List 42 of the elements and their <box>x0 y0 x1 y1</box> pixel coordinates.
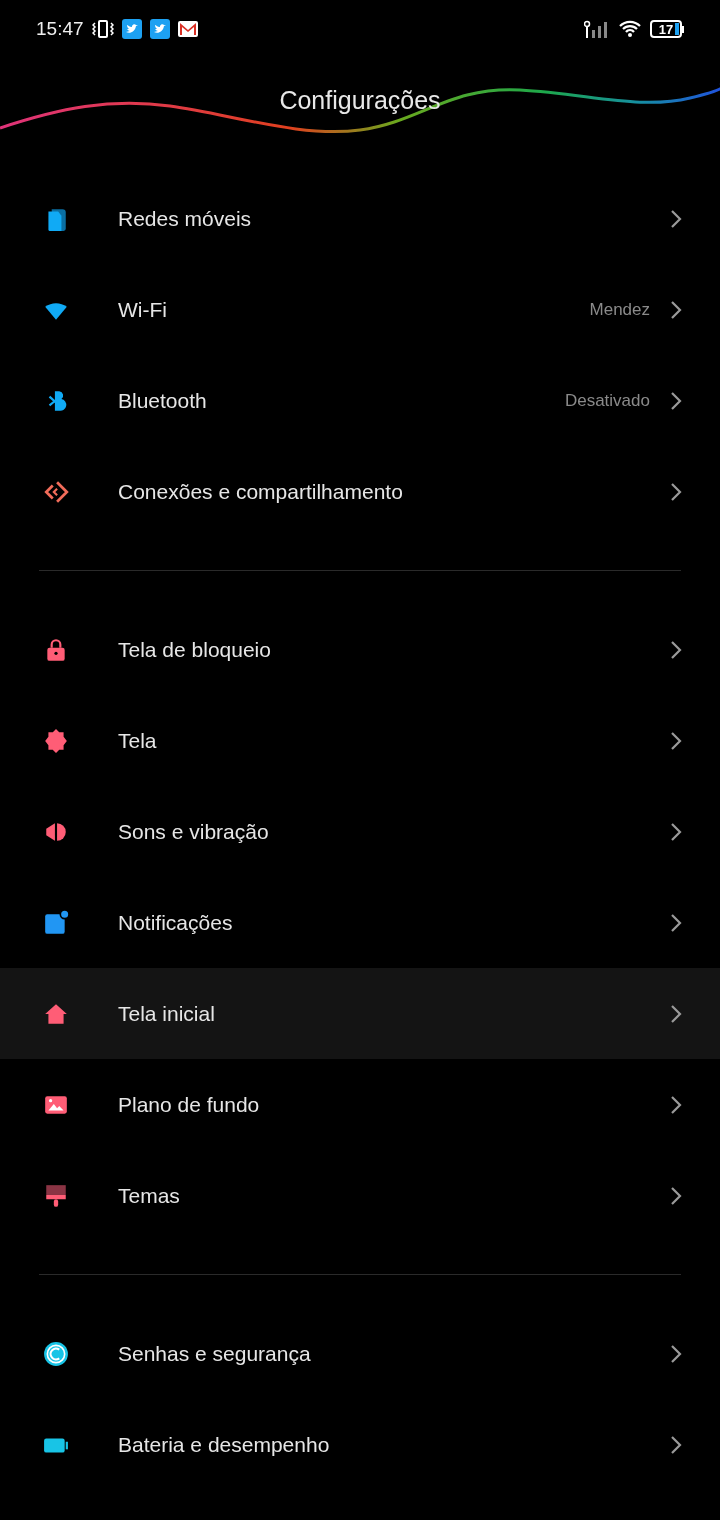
bird-icon <box>121 19 142 39</box>
paint-roller-icon <box>43 1182 69 1209</box>
row-label: Temas <box>118 1182 180 1209</box>
wifi-icon <box>618 20 642 38</box>
mail-icon <box>177 19 198 39</box>
chevron-right-icon <box>670 390 682 411</box>
chevron-right-icon <box>670 208 682 229</box>
shield-c-icon <box>43 1340 69 1367</box>
page-title: Configurações <box>279 85 441 117</box>
row-label: Bluetooth <box>118 387 207 414</box>
chevron-right-icon <box>670 730 682 751</box>
bird-icon <box>149 19 170 39</box>
signal-icon <box>584 20 610 38</box>
chevron-right-icon <box>670 1094 682 1115</box>
chevron-right-icon <box>670 1185 682 1206</box>
row-label: Senhas e segurança <box>118 1340 311 1367</box>
row-label: Plano de fundo <box>118 1091 260 1118</box>
row-label: Notificações <box>118 909 233 936</box>
chevron-right-icon <box>670 821 682 842</box>
row-label: Tela de bloqueio <box>118 636 271 663</box>
chevron-right-icon <box>670 481 682 502</box>
row-label: Tela inicial <box>118 1000 215 1027</box>
chevron-right-icon <box>670 299 682 320</box>
row-label: Redes móveis <box>118 205 252 232</box>
settings-row[interactable]: Tela inicial <box>0 968 720 1059</box>
chevron-right-icon <box>670 639 682 660</box>
chevron-right-icon <box>670 1343 682 1364</box>
row-label: Tela <box>118 727 157 754</box>
status-time: 15:47 <box>36 16 84 41</box>
row-label: Wi-Fi <box>118 296 167 323</box>
chevron-right-icon <box>670 912 682 933</box>
chevron-right-icon <box>670 1003 682 1024</box>
row-value: Desativado <box>564 389 650 412</box>
row-value: Mendez <box>589 298 650 321</box>
flower-icon <box>43 727 69 754</box>
battery-indicator: 17 <box>650 20 684 38</box>
row-label: Sons e vibração <box>118 818 269 845</box>
row-label: Bateria e desempenho <box>118 1431 330 1458</box>
chevron-right-icon <box>670 1434 682 1455</box>
vibrate-icon <box>91 19 114 39</box>
row-label: Conexões e compartilhamento <box>118 478 403 505</box>
notification-icon <box>43 909 69 936</box>
